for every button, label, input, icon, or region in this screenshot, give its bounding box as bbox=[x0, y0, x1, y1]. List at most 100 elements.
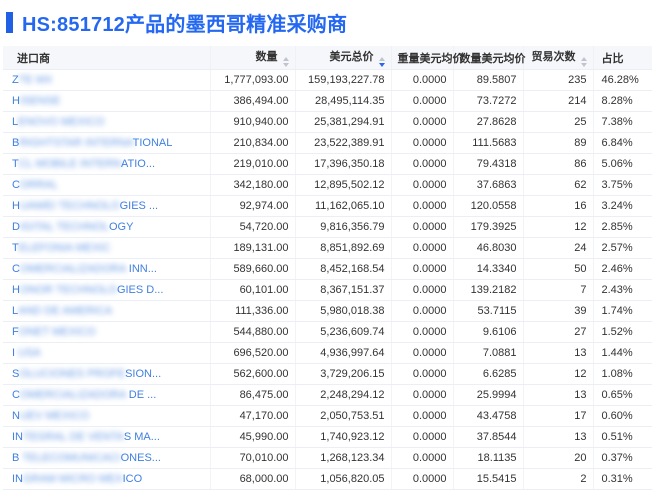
usd-total-cell: 9,816,356.79 bbox=[295, 216, 392, 238]
qty-avg-price-cell: 27.8628 bbox=[453, 111, 524, 133]
trade-count-cell: 86 bbox=[523, 153, 594, 175]
sort-icon-usd-total[interactable] bbox=[378, 57, 385, 67]
col-header-usd-total[interactable]: 美元总价 bbox=[295, 46, 392, 70]
col-header-quantity[interactable]: 数量 bbox=[210, 46, 296, 70]
importer-name-visible-prefix: F bbox=[12, 326, 19, 338]
importer-link[interactable]: LAND DE AMERICA bbox=[12, 305, 112, 317]
importer-link[interactable]: HONOR TECHNOLOGIES D... bbox=[12, 284, 163, 296]
col-header-trade-count-label: 贸易次数 bbox=[531, 51, 576, 63]
share-cell: 2.43% bbox=[593, 279, 652, 301]
importer-name-visible-suffix: GIES D... bbox=[116, 284, 164, 296]
importer-link[interactable]: LENOVO MEXICO bbox=[12, 116, 104, 128]
quantity-cell: 60,101.00 bbox=[210, 279, 296, 301]
importer-name-cell: COMERCIALIZADORA DE ... bbox=[3, 384, 211, 406]
importer-link[interactable]: INTEGRAL DE VENTAS MA... bbox=[12, 431, 160, 443]
qty-avg-price-cell: 120.0558 bbox=[453, 195, 524, 217]
importer-link[interactable]: HUAWEI TECHNOLOGIES ... bbox=[12, 200, 158, 212]
quantity-cell: 1,777,093.00 bbox=[210, 69, 296, 91]
importer-name-visible-suffix: ATIO... bbox=[121, 158, 156, 170]
importer-name-cell: COMERCIALIZADORA INN... bbox=[3, 258, 211, 280]
table-row: B TELECOMUNICACIONES... 70,010.00 1,268,… bbox=[3, 447, 652, 469]
importer-link[interactable]: SOLUCIONES PROFESION... bbox=[12, 368, 161, 380]
sort-icon-trade-count[interactable] bbox=[580, 57, 587, 67]
importer-link[interactable]: TELEFONIA MEXIC bbox=[12, 242, 110, 254]
importer-name-redacted: RIGHTSTAR INTERNA bbox=[19, 137, 133, 149]
share-cell: 0.51% bbox=[593, 426, 652, 448]
importer-name-visible-suffix: INN... bbox=[125, 263, 157, 275]
importer-name-cell: INGRAM MICRO MEXICO bbox=[3, 468, 211, 490]
weight-avg-price-cell: 0.0000 bbox=[391, 258, 454, 280]
title-accent-bar bbox=[6, 12, 13, 33]
importer-name-visible-prefix: H bbox=[12, 95, 20, 107]
weight-avg-price-cell: 0.0000 bbox=[391, 111, 454, 133]
quantity-cell: 70,010.00 bbox=[210, 447, 296, 469]
importer-name-redacted: IGITAL TECHNOL bbox=[19, 221, 109, 233]
importer-link[interactable]: COMERCIALIZADORA INN... bbox=[12, 263, 157, 275]
col-header-usd-total-label: 美元总价 bbox=[329, 51, 374, 63]
importer-link[interactable]: ZTE MX bbox=[12, 74, 52, 86]
trade-count-cell: 16 bbox=[523, 195, 594, 217]
importer-link[interactable]: I USA bbox=[12, 347, 41, 359]
importer-name-cell: HONOR TECHNOLOGIES D... bbox=[3, 279, 211, 301]
table-header-row: 进口商 数量 美元总价 重量美元均价 数量美元均价 贸易次数 占比 bbox=[3, 46, 652, 70]
importer-name-visible-prefix: C bbox=[12, 179, 20, 191]
importer-link[interactable]: CORRAL bbox=[12, 179, 58, 191]
weight-avg-price-cell: 0.0000 bbox=[391, 342, 454, 364]
usd-total-cell: 1,056,820.05 bbox=[295, 468, 392, 490]
importer-name-cell: ZTE MX bbox=[3, 69, 211, 91]
table-row: HUAWEI TECHNOLOGIES ... 92,974.00 11,162… bbox=[3, 195, 652, 217]
qty-avg-price-cell: 37.8544 bbox=[453, 426, 524, 448]
importer-link[interactable]: NUEV MEXICO bbox=[12, 410, 89, 422]
importer-link[interactable]: B TELECOMUNICACIONES... bbox=[12, 452, 161, 464]
qty-avg-price-cell: 43.4758 bbox=[453, 405, 524, 427]
table-row: DIGITAL TECHNOLOGY 54,720.00 9,816,356.7… bbox=[3, 216, 652, 238]
importer-name-redacted: AND DE AMERICA bbox=[18, 305, 113, 317]
quantity-cell: 562,600.00 bbox=[210, 363, 296, 385]
importer-link[interactable]: INGRAM MICRO MEXICO bbox=[12, 473, 142, 485]
importer-name-redacted: TELECOMUNICACI bbox=[19, 452, 121, 464]
col-header-quantity-label: 数量 bbox=[255, 51, 278, 63]
trade-count-cell: 89 bbox=[523, 132, 594, 154]
sort-icon-quantity[interactable] bbox=[282, 57, 289, 67]
buyers-table-container: 进口商 数量 美元总价 重量美元均价 数量美元均价 贸易次数 占比 ZTE MX… bbox=[3, 46, 652, 490]
importer-link[interactable]: BRIGHTSTAR INTERNATIONAL bbox=[12, 137, 172, 149]
importer-link[interactable]: TCL MOBILE INTERNATIO... bbox=[12, 158, 155, 170]
importer-link[interactable]: FONET MEXICO bbox=[12, 326, 96, 338]
importer-name-visible-prefix: IN bbox=[12, 473, 23, 485]
share-cell: 1.52% bbox=[593, 321, 652, 343]
trade-count-cell: 25 bbox=[523, 111, 594, 133]
trade-count-cell: 7 bbox=[523, 279, 594, 301]
importer-name-redacted: OMERCIALIZADORA bbox=[19, 263, 126, 275]
trade-count-cell: 17 bbox=[523, 405, 594, 427]
table-row: CORRAL 342,180.00 12,895,502.12 0.0000 3… bbox=[3, 174, 652, 196]
usd-total-cell: 28,495,114.35 bbox=[295, 90, 392, 112]
col-header-importer-label: 进口商 bbox=[17, 52, 50, 65]
importer-link[interactable]: COMERCIALIZADORA DE ... bbox=[12, 389, 156, 401]
importer-name-visible-prefix: H bbox=[12, 284, 20, 296]
trade-count-cell: 13 bbox=[523, 384, 594, 406]
col-header-share-label: 占比 bbox=[601, 52, 624, 65]
usd-total-cell: 11,162,065.10 bbox=[295, 195, 392, 217]
col-header-weight-avg-price: 重量美元均价 bbox=[391, 46, 464, 70]
quantity-cell: 386,494.00 bbox=[210, 90, 296, 112]
col-header-trade-count[interactable]: 贸易次数 bbox=[523, 46, 594, 70]
importer-name-cell: CORRAL bbox=[3, 174, 211, 196]
importer-name-redacted: ENOVO MEXICO bbox=[18, 116, 105, 128]
importer-link[interactable]: DIGITAL TECHNOLOGY bbox=[12, 221, 133, 233]
importer-name-cell: LENOVO MEXICO bbox=[3, 111, 211, 133]
table-row: NUEV MEXICO 47,170.00 2,050,753.51 0.000… bbox=[3, 405, 652, 427]
share-cell: 3.75% bbox=[593, 174, 652, 196]
trade-count-cell: 13 bbox=[523, 426, 594, 448]
importer-link[interactable]: HISENSE bbox=[12, 95, 60, 107]
qty-avg-price-cell: 37.6863 bbox=[453, 174, 524, 196]
share-cell: 3.24% bbox=[593, 195, 652, 217]
table-row: INGRAM MICRO MEXICO 68,000.00 1,056,820.… bbox=[3, 468, 652, 490]
importer-name-redacted: UAWEI TECHNOLO bbox=[19, 200, 120, 212]
share-cell: 0.60% bbox=[593, 405, 652, 427]
share-cell: 5.06% bbox=[593, 153, 652, 175]
usd-total-cell: 8,851,892.69 bbox=[295, 237, 392, 259]
importer-name-redacted: USA bbox=[15, 347, 41, 359]
usd-total-cell: 159,193,227.78 bbox=[295, 69, 392, 91]
table-row: COMERCIALIZADORA INN... 589,660.00 8,452… bbox=[3, 258, 652, 280]
quantity-cell: 54,720.00 bbox=[210, 216, 296, 238]
